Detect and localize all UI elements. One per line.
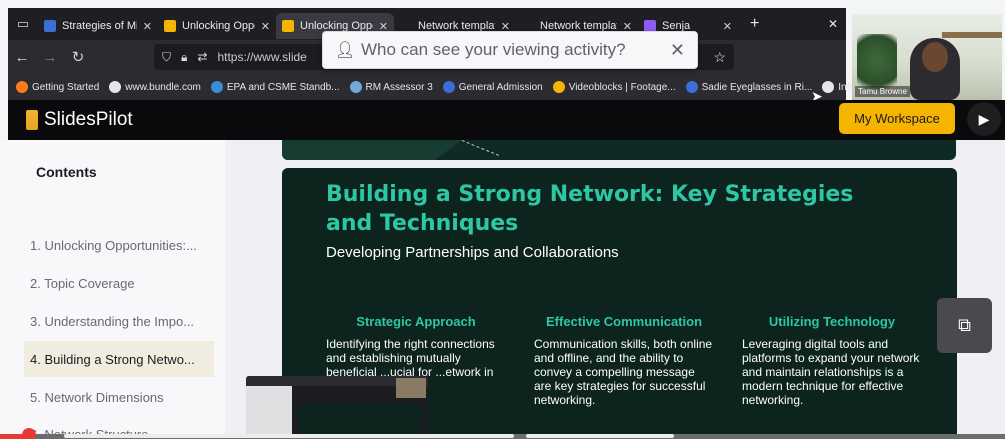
bookmark-icon: [109, 81, 122, 93]
logo-text: SlidesPilot: [44, 109, 133, 130]
browser-tab[interactable]: Strategies of Minor ✕: [38, 13, 158, 39]
column-heading: Effective Communication: [545, 314, 703, 329]
column-body: Identifying the right connections and es…: [326, 337, 495, 379]
bookmark-label: Getting Started: [32, 81, 100, 93]
bookmark-item[interactable]: Sadie Eyeglasses in Ri...: [685, 81, 813, 93]
bookmark-item[interactable]: www.bundle.com: [109, 81, 201, 93]
bookmark-icon: [822, 81, 835, 93]
bookmark-item[interactable]: EPA and CSME Standb...: [210, 81, 340, 93]
popup-close-icon[interactable]: ✕: [670, 40, 685, 61]
webcam-face: [922, 42, 948, 72]
back-icon[interactable]: ←: [8, 49, 36, 66]
bookmark-item[interactable]: General Admission: [442, 81, 543, 93]
column-heading: Utilizing Technology: [768, 314, 896, 329]
tab-close-icon[interactable]: ✕: [143, 20, 152, 33]
sidebar-item[interactable]: 3. Understanding the Impo...: [24, 303, 214, 339]
tab-title: Unlocking Opportu: [182, 20, 255, 32]
column-body: Leveraging digital tools and platforms t…: [742, 337, 920, 407]
bookmark-label: Sadie Eyeglasses in Ri...: [701, 81, 813, 93]
bookmark-item[interactable]: RM Assessor 3: [349, 81, 433, 93]
close-tab-icon[interactable]: ✕: [828, 17, 838, 31]
tab-list-icon[interactable]: ▭: [8, 8, 38, 40]
tab-favicon-icon: [282, 20, 294, 32]
new-tab-button[interactable]: +: [750, 15, 759, 33]
bookmark-star-icon[interactable]: ☆: [713, 49, 726, 66]
column-technology: Utilizing Technology Leveraging digital …: [742, 314, 922, 407]
shield-icon[interactable]: ⛉: [162, 50, 171, 65]
browser-tab[interactable]: Unlocking Opportu ✕: [158, 13, 276, 39]
tab-close-icon[interactable]: ✕: [261, 20, 270, 33]
scrollbar-track[interactable]: [64, 434, 514, 438]
column-strategic: Strategic Approach Identifying the right…: [326, 314, 506, 379]
tab-title: Strategies of Minor: [62, 20, 137, 32]
video-thumbnail-preview: [246, 376, 428, 439]
play-icon[interactable]: ▶: [967, 102, 1001, 136]
sidebar-item[interactable]: 4. Building a Strong Netwo...: [24, 341, 214, 377]
logo-icon: [26, 110, 38, 130]
bookmark-item[interactable]: Getting Started: [16, 81, 99, 93]
bookmarks-bar: Getting Started www.bundle.com EPA and CSM…: [8, 74, 896, 100]
user-icon: 👤︎: [335, 42, 356, 59]
previous-slide-shape: [282, 140, 462, 160]
slide-title: Building a Strong Network: Key Strategie…: [326, 182, 854, 236]
reload-icon[interactable]: ↻: [64, 48, 92, 66]
bookmark-icon: [552, 81, 565, 93]
previous-slide-line: [461, 140, 500, 156]
bookmark-label: Videoblocks | Footage...: [568, 81, 676, 93]
bookmark-icon: [210, 81, 223, 93]
bookmark-label: EPA and CSME Standb...: [226, 81, 340, 93]
sidebar-item[interactable]: 2. Topic Coverage: [24, 265, 214, 301]
column-communication: Effective Communication Communication sk…: [534, 314, 714, 407]
bookmark-icon: [16, 81, 28, 93]
tab-favicon-icon: [44, 20, 56, 32]
contents-heading: Contents: [36, 164, 97, 180]
webcam-name: Tamu Browne: [855, 86, 910, 97]
sidebar-item[interactable]: 5. Network Dimensions: [24, 379, 214, 415]
bookmark-icon: [349, 81, 362, 93]
bookmark-label: General Admission: [458, 81, 543, 93]
slide-subtitle: Developing Partnerships and Collaboratio…: [326, 244, 619, 261]
bookmark-icon: [685, 81, 698, 93]
contents-sidebar: Contents 1. Unlocking Opportunities:... 2…: [0, 140, 225, 439]
permissions-icon[interactable]: ⇄: [197, 50, 207, 64]
tab-close-icon[interactable]: ✕: [723, 20, 732, 33]
popup-text: Who can see your viewing activity?: [361, 40, 626, 59]
app-header: SlidesPilot My Workspace ▶: [8, 100, 1005, 140]
my-workspace-button[interactable]: My Workspace: [839, 103, 955, 134]
scrollbar-thumb[interactable]: [526, 434, 674, 438]
screen: ▭ Strategies of Minor ✕ Unlocking Opportu ✕…: [0, 0, 1005, 439]
column-heading: Strategic Approach: [356, 314, 476, 329]
forward-icon[interactable]: →: [36, 49, 64, 66]
bookmark-item[interactable]: Videoblocks | Footage...: [552, 81, 676, 93]
webcam-overlay: Tamu Browne: [852, 14, 1002, 100]
bookmark-icon: [442, 81, 455, 93]
bookmark-label: RM Assessor 3: [365, 81, 433, 93]
column-body: Communication skills, both online and of…: [534, 337, 713, 407]
thumbnail-webcam: [396, 378, 426, 398]
progress-handle[interactable]: [22, 428, 36, 439]
activity-popup[interactable]: 👤︎ Who can see your viewing activity? ✕: [322, 31, 698, 69]
url-text[interactable]: https://www.slide: [217, 50, 306, 64]
previous-slide[interactable]: [282, 140, 956, 160]
lock-icon[interactable]: 🔒︎: [181, 50, 187, 65]
tab-favicon-icon: [164, 20, 176, 32]
bookmark-label: www.bundle.com: [125, 81, 201, 93]
thumbnail-sidebar: [246, 386, 292, 439]
webcam-shelf: [942, 32, 1002, 38]
sidebar-item[interactable]: 1. Unlocking Opportunities:...: [24, 227, 214, 263]
picture-in-picture-icon[interactable]: ⧉: [937, 298, 992, 353]
